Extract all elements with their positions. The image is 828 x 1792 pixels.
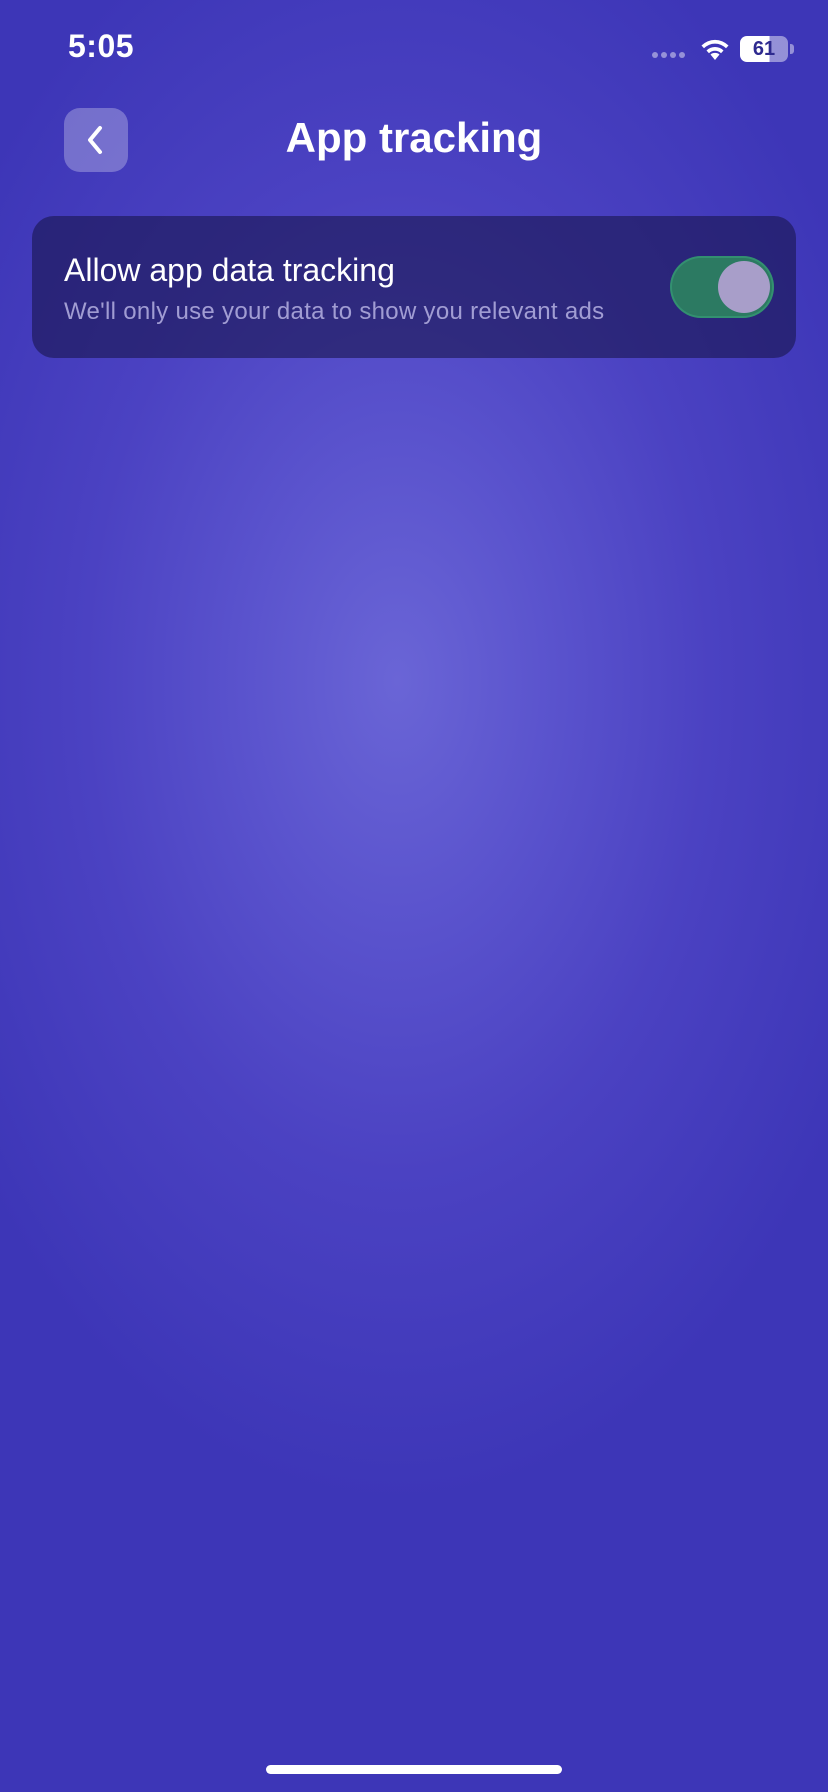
battery-level: 61 [752,37,776,60]
status-time: 5:05 [68,28,135,64]
tracking-setting-subtitle: We'll only use your data to show you rel… [64,298,605,325]
wifi-icon [701,39,729,60]
cellular-signal-icon [652,52,685,58]
battery-cap [790,44,794,54]
tracking-toggle[interactable] [670,256,774,318]
tracking-setting-card: Allow app data tracking We'll only use y… [32,216,796,358]
toggle-knob [718,261,770,313]
status-bar: 5:05 61 [0,0,828,100]
page-title: App tracking [285,114,543,161]
tracking-setting-title: Allow app data tracking [64,252,395,288]
home-indicator[interactable] [266,1765,562,1774]
battery-icon: 61 [740,36,788,62]
